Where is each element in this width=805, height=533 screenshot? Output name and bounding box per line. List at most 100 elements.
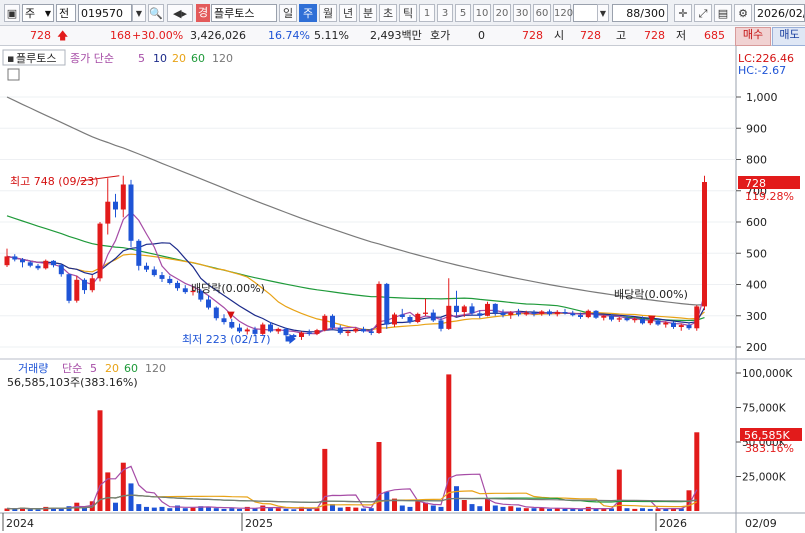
- period-5[interactable]: 5: [455, 4, 471, 22]
- candle-body: [182, 288, 188, 293]
- buy-button[interactable]: 매수: [735, 27, 771, 46]
- candle-body: [299, 332, 304, 337]
- period-3[interactable]: 3: [437, 4, 453, 22]
- period-60[interactable]: 60: [533, 4, 551, 22]
- tab-tick[interactable]: 틱: [399, 4, 417, 22]
- save-icon[interactable]: ▤: [714, 4, 732, 22]
- price-tick-label: 800: [746, 154, 767, 167]
- candle-body: [640, 318, 645, 324]
- view-select[interactable]: 전: [56, 4, 76, 22]
- candle-body: [51, 260, 56, 266]
- candle-body: [4, 256, 10, 266]
- tab-minute[interactable]: 분: [359, 4, 377, 22]
- volume-bar: [531, 508, 537, 511]
- candle-body: [516, 312, 521, 315]
- candle-body: [151, 269, 157, 276]
- tab-second[interactable]: 초: [379, 4, 397, 22]
- tab-week[interactable]: 주: [299, 4, 317, 22]
- change-percent: +30.00%: [132, 29, 184, 42]
- grid-toggle-icon[interactable]: [7, 68, 20, 81]
- volume-legend-ma5: 5: [90, 362, 97, 375]
- gear-icon[interactable]: ⚙: [734, 4, 752, 22]
- volume-bar: [361, 508, 366, 511]
- dividend-arrow-icon: ▼: [648, 314, 656, 325]
- candle-body: [694, 306, 700, 329]
- volume-legend-ma20: 20: [105, 362, 119, 375]
- volume-bar: [407, 506, 413, 511]
- layout-icon[interactable]: ▣: [4, 4, 20, 22]
- tab-month[interactable]: 월: [319, 4, 337, 22]
- volume-bar: [430, 505, 436, 511]
- volume-bar: [461, 500, 467, 511]
- high-value: 728: [644, 29, 665, 42]
- bar-count-total: /300: [640, 7, 665, 20]
- volume-bar: [694, 432, 700, 511]
- legend-ma5: 5: [138, 52, 145, 65]
- candle-body: [446, 305, 452, 329]
- high-label: 고: [616, 29, 627, 42]
- market-select[interactable]: 주 ▼: [22, 4, 54, 22]
- candle-body: [275, 328, 281, 332]
- expand-icon[interactable]: ⤢: [694, 4, 712, 22]
- volume-bar: [167, 508, 173, 511]
- candle-body: [120, 184, 126, 210]
- dividend-annotation-2: 배당락(0.00%): [614, 288, 688, 301]
- bar-count-field[interactable]: 88/300: [612, 4, 668, 22]
- turnover-percent: 16.74%: [268, 29, 310, 42]
- price-tick-label: 600: [746, 216, 767, 229]
- code-dropdown-button[interactable]: ▼: [132, 4, 146, 22]
- volume-bar: [306, 508, 312, 511]
- sell-button[interactable]: 매도: [772, 27, 805, 46]
- volume-bar: [578, 509, 583, 511]
- volume-bar: [570, 508, 576, 511]
- volume-legend-label: 거래량: [18, 362, 48, 375]
- open-value: 728: [580, 29, 601, 42]
- current-price: 728: [30, 29, 51, 42]
- candle-body: [554, 312, 560, 315]
- last-price-label: 728: [745, 177, 766, 190]
- volume-bar: [446, 374, 452, 511]
- period-10[interactable]: 10: [473, 4, 491, 22]
- volume-bar: [640, 508, 645, 511]
- candle-body: [97, 223, 103, 279]
- date-input[interactable]: 2026/02/: [754, 4, 805, 22]
- volume-bar: [221, 508, 227, 511]
- candle-body: [454, 305, 459, 313]
- candle-body: [27, 262, 33, 266]
- period-30[interactable]: 30: [513, 4, 531, 22]
- candle-body: [82, 279, 87, 291]
- tab-year[interactable]: 년: [339, 4, 357, 22]
- year-label-2026: 2026: [659, 517, 687, 530]
- candle-body: [105, 201, 111, 224]
- speaker-icon[interactable]: ◀▸: [167, 4, 193, 22]
- candle-body: [221, 318, 227, 323]
- candle-body: [547, 311, 552, 315]
- candle-body: [244, 329, 250, 332]
- arrow-up-icon: 🡅: [57, 29, 69, 42]
- stock-chart[interactable]: 2003004005006007008009001,000 25,000K50,…: [0, 46, 805, 533]
- period-120[interactable]: 120: [553, 4, 573, 22]
- candle-body: [353, 328, 359, 332]
- volume-bar: [593, 508, 599, 511]
- price-tick-label: 400: [746, 279, 767, 292]
- crosshair-icon[interactable]: ✛: [674, 4, 692, 22]
- volume-bar: [128, 483, 134, 511]
- volume-bar: [523, 508, 529, 511]
- candle-body: [268, 324, 273, 332]
- tab-day[interactable]: 일: [279, 4, 297, 22]
- stock-name-field[interactable]: 플루토스: [211, 4, 277, 22]
- stock-code-input[interactable]: 019570: [78, 4, 132, 22]
- candle-body: [314, 330, 320, 334]
- period-1[interactable]: 1: [419, 4, 435, 22]
- candle-body: [12, 256, 18, 260]
- period-20[interactable]: 20: [493, 4, 511, 22]
- candle-body: [337, 327, 343, 333]
- search-icon[interactable]: 🔍: [148, 4, 164, 22]
- volume-bar: [182, 508, 188, 511]
- volume-bar: [97, 410, 103, 511]
- candle-body: [570, 313, 576, 316]
- candle-body: [663, 322, 669, 325]
- candle-body: [423, 312, 428, 314]
- chevron-down-icon[interactable]: ▼: [597, 4, 609, 22]
- candle-body: [306, 332, 312, 334]
